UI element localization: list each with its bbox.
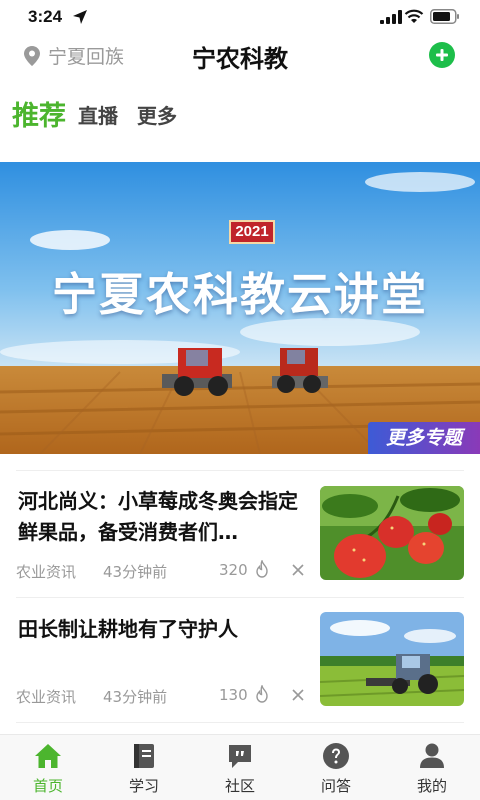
add-button[interactable] — [429, 42, 455, 68]
news-title[interactable]: 河北尚义：小草莓成冬奥会指定鲜果品，备受消费者们… — [18, 486, 310, 548]
chat-bubble-icon — [229, 745, 251, 768]
news-item[interactable]: 田长制让耕地有了守护人 农业资讯 43分钟前 130 — [0, 612, 480, 738]
tab-live[interactable]: 直播 — [78, 100, 118, 129]
bottom-tab-bar: 首页 学习 社区 问答 我的 — [0, 734, 480, 800]
nav-home[interactable]: 首页 — [0, 735, 96, 800]
tab-more[interactable]: 更多 — [137, 100, 177, 129]
close-icon[interactable] — [291, 688, 305, 702]
nav-profile[interactable]: 我的 — [384, 735, 480, 800]
flame-icon — [256, 685, 268, 703]
user-icon — [420, 743, 444, 768]
home-icon — [35, 744, 61, 768]
divider — [16, 597, 464, 598]
tab-recommend[interactable]: 推荐 — [12, 94, 66, 133]
nav-community[interactable]: 社区 — [192, 735, 288, 800]
location-arrow-icon — [73, 10, 87, 24]
nav-qa-label: 问答 — [320, 777, 351, 795]
close-icon[interactable] — [291, 563, 305, 577]
nav-home-label: 首页 — [32, 777, 63, 795]
banner-year-badge: 2021 — [229, 220, 275, 244]
nav-study[interactable]: 学习 — [96, 735, 192, 800]
question-icon — [323, 743, 349, 769]
nav-profile-label: 我的 — [416, 777, 447, 795]
wifi-icon — [404, 9, 424, 23]
divider — [16, 722, 464, 723]
news-time: 43分钟前 — [103, 563, 168, 581]
banner-carousel[interactable]: 2021 宁夏农科教云讲堂 更多专题 — [0, 162, 480, 454]
news-title[interactable]: 田长制让耕地有了守护人 — [18, 614, 310, 645]
page-title: 宁农科教 — [192, 45, 288, 73]
nav-study-label: 学习 — [128, 777, 159, 795]
news-views: 130 — [219, 686, 248, 704]
flame-icon — [256, 560, 268, 578]
category-tabs: 推荐 直播 更多 — [0, 90, 480, 136]
app-header: 宁夏回族 宁农科教 — [0, 34, 480, 76]
news-views: 320 — [219, 561, 248, 579]
tractor-field-image — [320, 612, 464, 706]
status-bar: 3:24 — [0, 0, 480, 34]
divider — [16, 470, 464, 471]
news-item[interactable]: 河北尚义：小草莓成冬奥会指定鲜果品，备受消费者们… 农业资讯 43分钟前 320 — [0, 486, 480, 612]
news-time: 43分钟前 — [103, 688, 168, 706]
news-thumbnail[interactable] — [320, 486, 464, 580]
battery-icon — [430, 9, 459, 24]
nav-community-label: 社区 — [224, 777, 255, 795]
plus-icon — [436, 49, 448, 61]
signal-icon — [380, 10, 402, 24]
news-category: 农业资讯 — [16, 563, 77, 581]
news-category: 农业资讯 — [16, 688, 77, 706]
book-icon — [134, 744, 154, 768]
more-topics-button[interactable]: 更多专题 — [368, 422, 480, 454]
strawberry-image — [320, 486, 464, 580]
news-thumbnail[interactable] — [320, 612, 464, 706]
status-time: 3:24 — [28, 7, 63, 26]
nav-qa[interactable]: 问答 — [288, 735, 384, 800]
banner-title: 宁夏农科教云讲堂 — [51, 268, 428, 321]
